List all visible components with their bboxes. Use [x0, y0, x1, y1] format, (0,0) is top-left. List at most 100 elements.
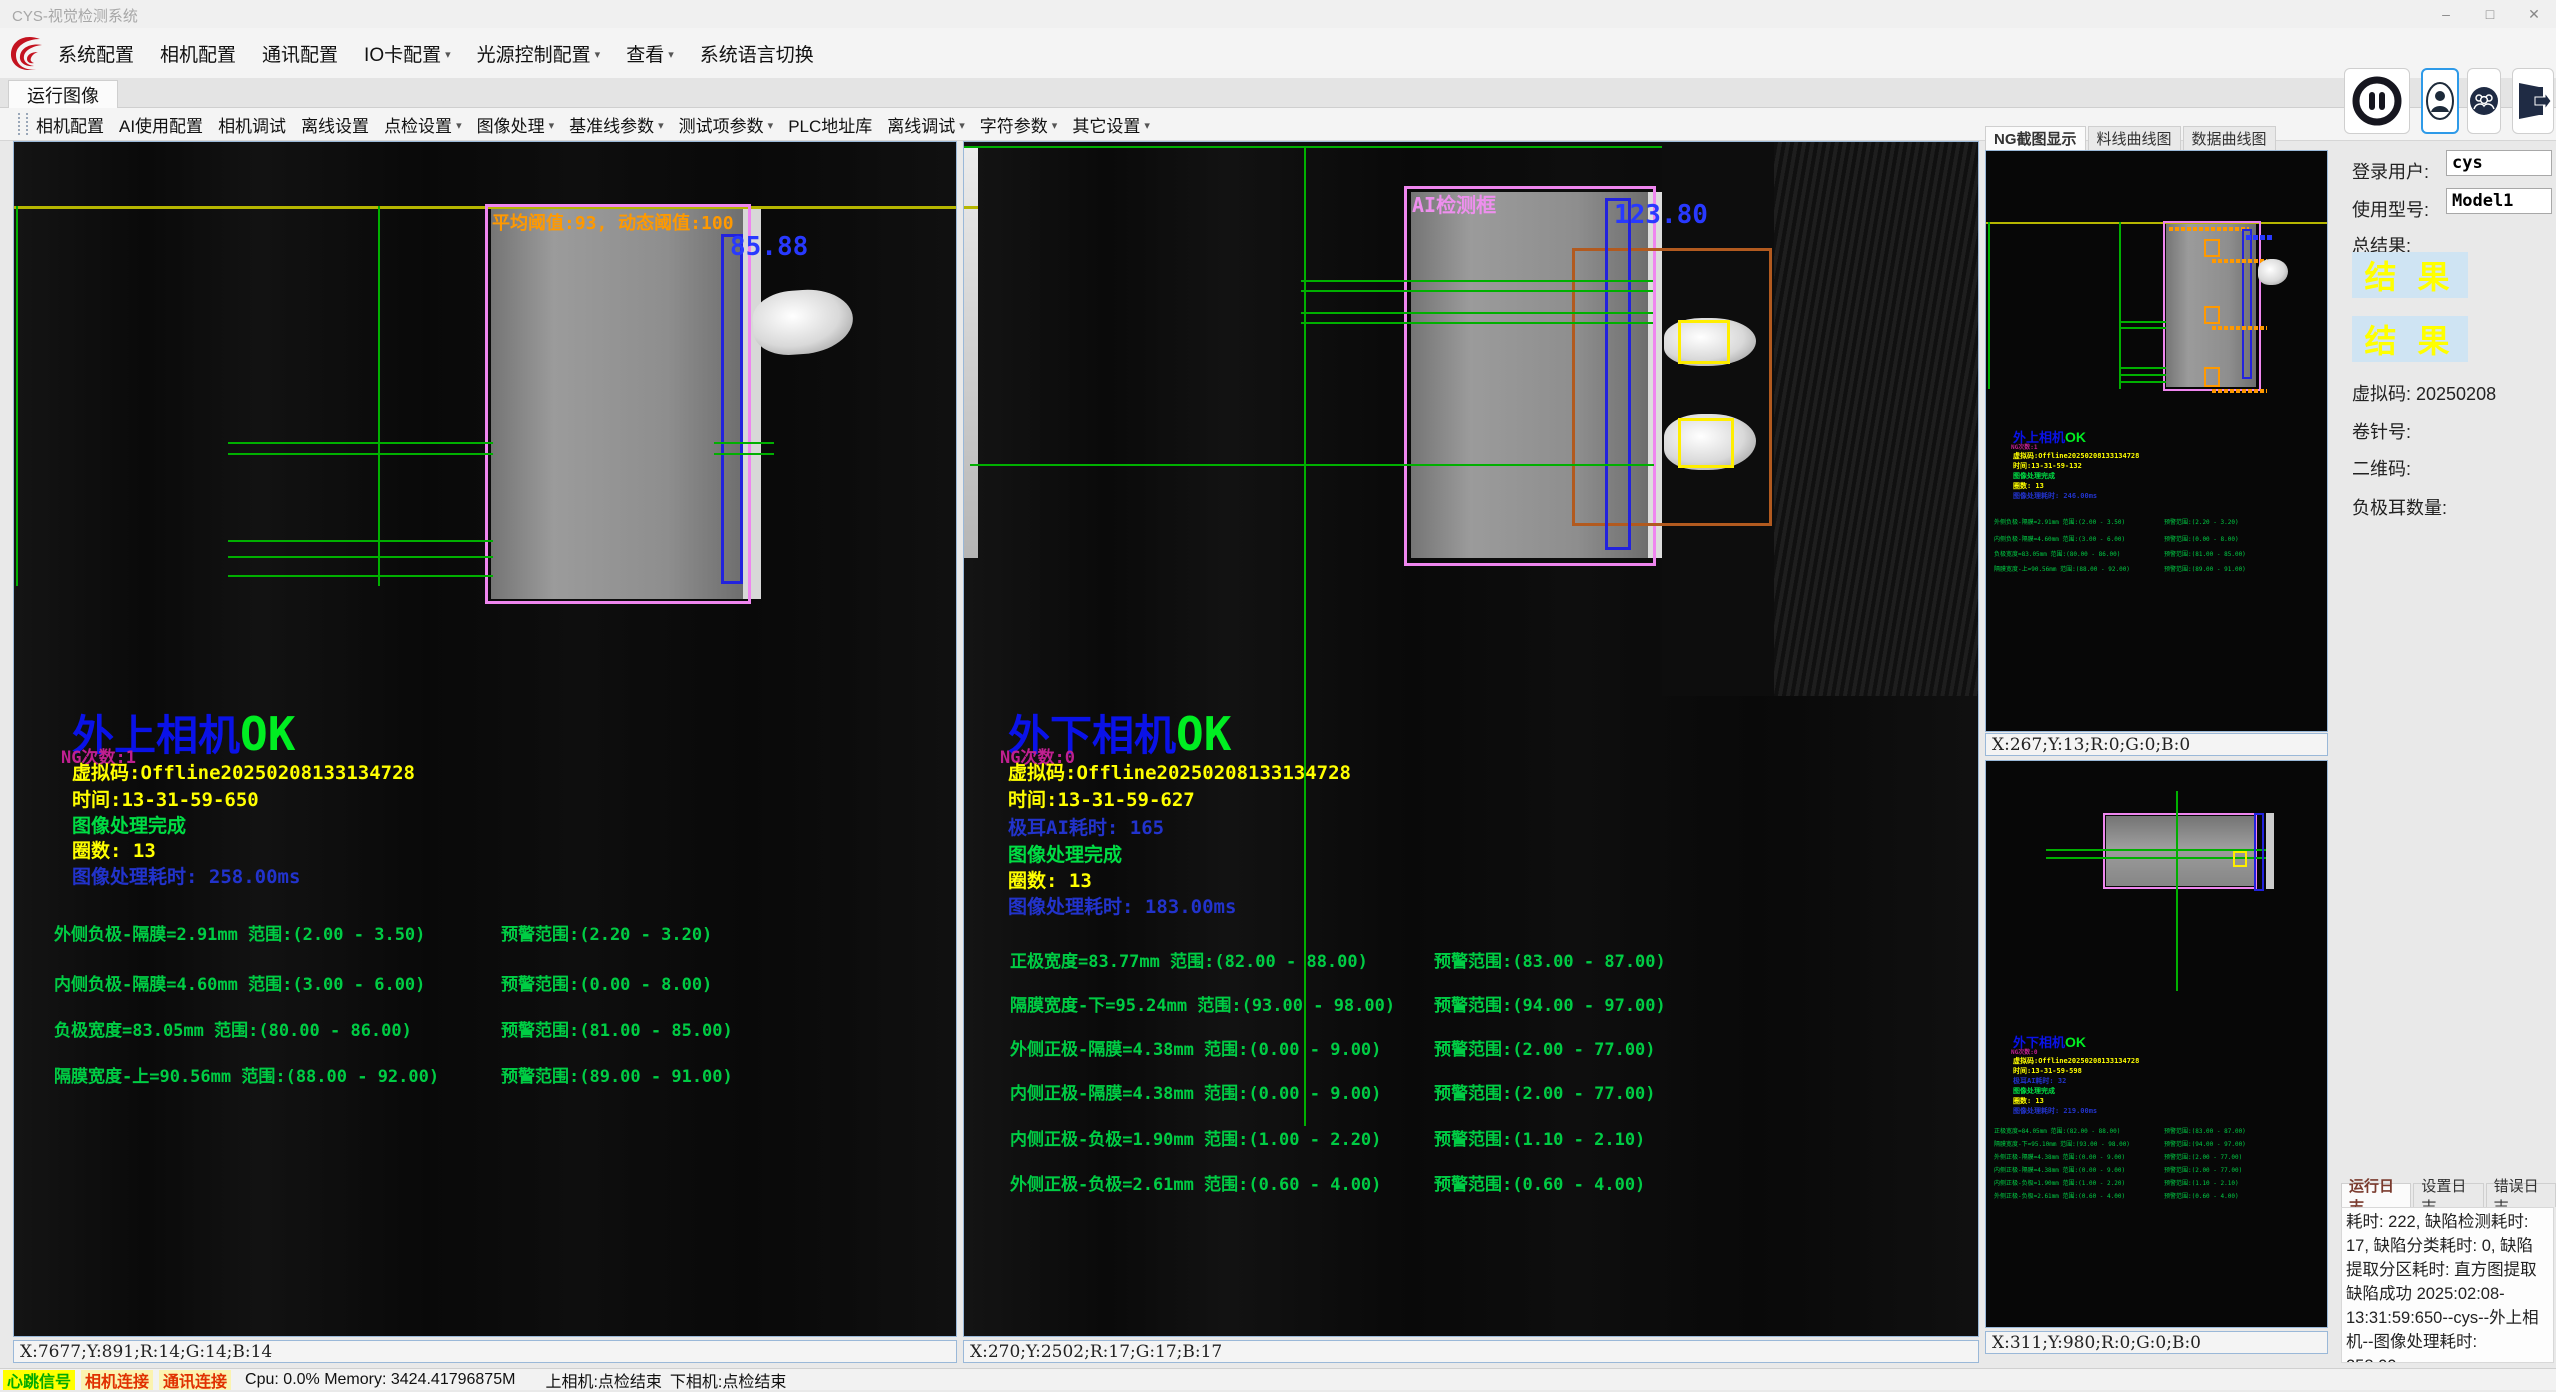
user-management-button[interactable] — [2467, 68, 2501, 134]
logout-icon — [2515, 81, 2551, 121]
measurement-row: 外侧正极-负极=2.61mm 范围:(0.60 - 4.00) 预警范围:(0.… — [964, 1170, 1978, 1192]
toolbar-item-plc-address[interactable]: PLC地址库 — [788, 112, 872, 137]
measurement-row: 正极宽度=84.05mm 范围:(82.00 - 88.00) 预警范围:(83… — [1986, 1126, 2327, 1135]
virtual-code: 虚拟码:Offline20250208133134728 — [2013, 1056, 2139, 1066]
process-done: 图像处理完成 — [2013, 1086, 2055, 1096]
measurement-row: 外侧正极-隔膜=4.38mm 范围:(0.00 - 9.00) 预警范围:(2.… — [964, 1035, 1978, 1057]
toolbar-item-camera-config[interactable]: 相机配置 — [36, 112, 104, 137]
tab-data-curve[interactable]: 数据曲线图 — [2183, 126, 2276, 150]
login-user-input[interactable] — [2446, 150, 2552, 176]
process-done: 图像处理完成 — [2013, 471, 2055, 481]
ng-preview-bottom[interactable]: 外下相机OK NG次数:0 虚拟码:Offline202502081331347… — [1985, 760, 2328, 1328]
left-camera-view[interactable]: 平均阈值:93, 动态阈值:100 85.88 外上相机OK NG次数:1 虚拟… — [13, 141, 957, 1337]
login-user-label: 登录用户: — [2352, 158, 2429, 184]
minimize-icon[interactable]: – — [2424, 0, 2468, 28]
model-input[interactable] — [2446, 188, 2552, 214]
top-camera-check-status: 上相机:点检结束 — [545, 1368, 661, 1392]
process-done: 图像处理完成 — [72, 811, 186, 838]
pause-button[interactable] — [2344, 68, 2410, 134]
left-pixel-status: X:7677;Y:891;R:14;G:14;B:14 — [13, 1340, 957, 1363]
guide-line — [2119, 222, 2121, 389]
loop-count: 圈数: 13 — [2013, 1096, 2044, 1106]
toolbar-item-char-params[interactable]: 字符参数 — [980, 112, 1058, 137]
measurement-row: 内侧正极-隔膜=4.38mm 范围:(0.00 - 9.00) 预警范围:(2.… — [964, 1079, 1978, 1101]
width-measure-box — [2242, 229, 2252, 379]
virtual-code: 虚拟码:Offline20250208133134728 — [1008, 758, 1351, 785]
menu-item-system-config[interactable]: 系统配置 — [58, 40, 134, 67]
process-elapsed: 图像处理耗时: 258.00ms — [72, 862, 300, 889]
menu-item-light-config[interactable]: 光源控制配置 — [477, 40, 601, 67]
tab-ng-screenshot[interactable]: NG截图显示 — [1985, 126, 2086, 150]
menu-item-language-switch[interactable]: 系统语言切换 — [700, 40, 814, 67]
process-done: 图像处理完成 — [1008, 840, 1122, 867]
tab-run-log[interactable]: 运行日志 — [2341, 1183, 2411, 1207]
roll-texture — [1774, 142, 1979, 696]
guide-line — [1304, 146, 1306, 1126]
toolbar-item-offline-debug[interactable]: 离线调试 — [887, 112, 965, 137]
measurement-row: 负极宽度=83.05mm 范围:(80.00 - 86.00) 预警范围:(81… — [14, 1016, 956, 1038]
tab-error-log[interactable]: 错误日志 — [2486, 1183, 2556, 1207]
guide-line — [1988, 222, 1990, 389]
toolbar-item-other-settings[interactable]: 其它设置 — [1072, 112, 1150, 137]
measurement-row: 外侧正极-隔膜=4.38mm 范围:(0.00 - 9.00) 预警范围:(2.… — [1986, 1152, 2327, 1161]
cpu-memory-status: Cpu: 0.0% Memory: 3424.41796875M — [245, 1371, 515, 1389]
strip-edge — [2266, 813, 2274, 889]
menu-item-io-card-config[interactable]: IO卡配置 — [364, 40, 451, 67]
tab-settings-log[interactable]: 设置日志 — [2413, 1183, 2483, 1207]
guide-line — [1301, 322, 1653, 324]
toolbar-item-spot-check[interactable]: 点检设置 — [384, 112, 462, 137]
ng-count: NG次数:0 — [2011, 1047, 2037, 1056]
measurement-row: 隔膜宽度-上=90.56mm 范围:(88.00 - 92.00) 预警范围:(… — [14, 1062, 956, 1084]
toolbar-item-camera-debug[interactable]: 相机调试 — [218, 112, 286, 137]
measurement-row: 隔膜宽度-下=95.10mm 范围:(93.00 - 98.00) 预警范围:(… — [1986, 1139, 2327, 1148]
menu-item-comm-config[interactable]: 通讯配置 — [262, 40, 338, 67]
tab-detect-box — [1678, 320, 1730, 364]
guide-line — [228, 540, 493, 542]
measurement-row: 外侧正极-负极=2.61mm 范围:(0.60 - 4.00) 预警范围:(0.… — [1986, 1191, 2327, 1200]
guide-line — [2119, 367, 2166, 369]
ai-tab-box — [2204, 306, 2220, 324]
users-icon — [2469, 86, 2499, 116]
measurement-row: 隔膜宽度-上=90.56mm 范围:(88.00 - 92.00) 预警范围:(… — [1986, 564, 2327, 573]
tab-row: 运行图像 — [0, 78, 2556, 108]
menu-item-view[interactable]: 查看 — [626, 40, 674, 67]
ai-tab-label — [2212, 389, 2267, 393]
tab-detect-box — [1678, 418, 1734, 468]
measurement-row: 内侧正极-负极=1.90mm 范围:(1.00 - 2.20) 预警范围:(1.… — [1986, 1178, 2327, 1187]
tab-foil-blob — [751, 287, 855, 358]
loop-count: 圈数: 13 — [2013, 481, 2044, 491]
menu-item-camera-config[interactable]: 相机配置 — [160, 40, 236, 67]
toolbar-item-offline-settings[interactable]: 离线设置 — [301, 112, 369, 137]
ai-tab-box — [2204, 367, 2220, 387]
tab-line-curve[interactable]: 料线曲线图 — [2088, 126, 2181, 150]
measurement-row: 负极宽度=83.05mm 范围:(80.00 - 86.00) 预警范围:(81… — [1986, 549, 2327, 558]
ai-elapsed: 极耳AI耗时: 165 — [1008, 813, 1164, 840]
capture-time: 时间:13-31-59-132 — [2013, 461, 2082, 471]
toolbar-item-baseline-params[interactable]: 基准线参数 — [569, 112, 664, 137]
app-logo-icon — [4, 31, 50, 75]
toolbar-item-test-params[interactable]: 测试项参数 — [679, 112, 774, 137]
tab-run-image[interactable]: 运行图像 — [8, 80, 118, 108]
camera-connect-badge: 相机连接 — [81, 1370, 153, 1390]
toolbar-item-ai-config[interactable]: AI使用配置 — [119, 112, 203, 137]
toolbar-grip[interactable] — [18, 113, 28, 135]
maximize-icon[interactable]: □ — [2468, 0, 2512, 28]
chevron-down-icon — [549, 114, 555, 134]
statusbar: 心跳信号 相机连接 通讯连接 Cpu: 0.0% Memory: 3424.41… — [0, 1368, 2556, 1390]
ng-preview-top[interactable]: 外上相机OK NG次数:1 虚拟码:Offline202502081331347… — [1985, 150, 2328, 732]
window-title: CYS-视觉检测系统 — [12, 5, 138, 26]
ai-tab-box — [2204, 239, 2220, 257]
guide-line — [16, 206, 18, 586]
logout-button[interactable] — [2512, 68, 2554, 134]
toolbar-item-image-processing[interactable]: 图像处理 — [477, 112, 555, 137]
close-icon[interactable]: ✕ — [2512, 0, 2556, 28]
width-measure-box — [2254, 813, 2264, 891]
tab-foil-blob — [2258, 259, 2288, 285]
chevron-down-icon — [1052, 114, 1058, 134]
model-label: 使用型号: — [2352, 196, 2429, 222]
edge-strip — [964, 148, 978, 558]
current-user-button[interactable] — [2421, 68, 2459, 134]
menubar: 系统配置 相机配置 通讯配置 IO卡配置 光源控制配置 查看 系统语言切换 — [0, 28, 2556, 78]
measurement-row: 内侧正极-负极=1.90mm 范围:(1.00 - 2.20) 预警范围:(1.… — [964, 1125, 1978, 1147]
right-camera-view[interactable]: AI检测框 123.80 外下相机OK NG次数:0 虚拟码:Offline20… — [963, 141, 1979, 1337]
